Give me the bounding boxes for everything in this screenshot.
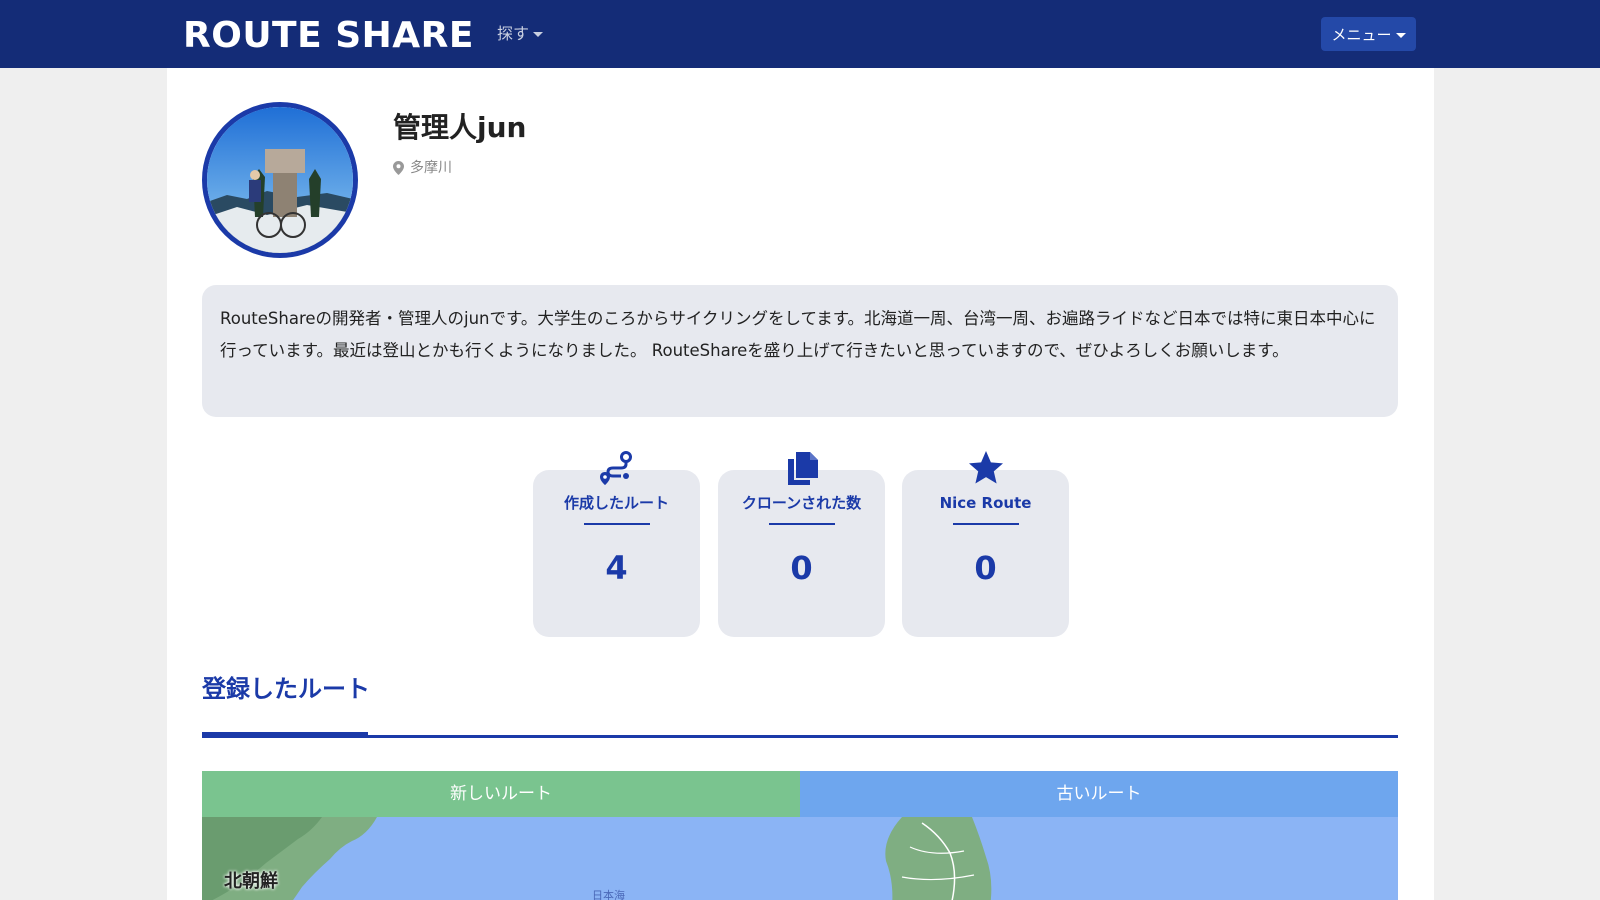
profile-container: 管理人jun 多摩川 RouteShareの開発者・管理人のjunです。大学生の… [167, 68, 1434, 900]
route-tabs: 新しいルート 古いルート [202, 771, 1398, 817]
user-location: 多摩川 [393, 158, 452, 178]
stat-card-clones: クローンされた数 0 [718, 452, 885, 637]
section-underline [202, 732, 368, 738]
search-dropdown[interactable]: 探す [497, 22, 544, 46]
avatar [202, 102, 358, 258]
map-pin-icon [393, 161, 404, 175]
stat-value: 4 [605, 549, 628, 587]
map-terrain [202, 817, 992, 900]
user-location-text: 多摩川 [410, 160, 452, 176]
stats: 作成したルート 4 クローンされた数 0 Nice Route 0 [167, 448, 1434, 648]
navbar: ROUTE SHARE 探す メニュー [0, 0, 1600, 68]
stat-divider [768, 523, 835, 525]
stat-card-routes: 作成したルート 4 [533, 451, 700, 637]
star-icon [968, 451, 1003, 484]
stat-value: 0 [790, 549, 813, 587]
stat-label: クローンされた数 [741, 494, 862, 512]
logo[interactable]: ROUTE SHARE [183, 14, 474, 58]
user-name: 管理人jun [393, 111, 527, 144]
section-divider [202, 735, 1398, 738]
chevron-down-icon [1395, 32, 1406, 38]
stat-value: 0 [974, 549, 997, 587]
stat-divider [952, 523, 1019, 525]
copy-icon [787, 452, 818, 485]
section-title: 登録したルート [202, 675, 370, 703]
route-icon [599, 451, 632, 485]
stat-divider [583, 523, 650, 525]
chevron-down-icon [533, 32, 544, 37]
stat-label: Nice Route [939, 494, 1032, 512]
search-dropdown-label: 探す [497, 24, 530, 43]
map-label: 日本海 [592, 889, 625, 900]
route-map[interactable]: 北朝鮮 日本海 [202, 817, 1398, 900]
stat-label: 作成したルート [563, 494, 669, 512]
tab-new-routes[interactable]: 新しいルート [202, 771, 800, 817]
menu-button[interactable]: メニュー [1321, 17, 1416, 51]
map-label: 北朝鮮 [224, 871, 278, 892]
tab-old-routes[interactable]: 古いルート [800, 771, 1398, 817]
menu-button-label: メニュー [1331, 25, 1392, 44]
stat-card-nice-route: Nice Route 0 [902, 451, 1069, 637]
user-bio: RouteShareの開発者・管理人のjunです。大学生のころからサイクリングを… [202, 285, 1398, 417]
